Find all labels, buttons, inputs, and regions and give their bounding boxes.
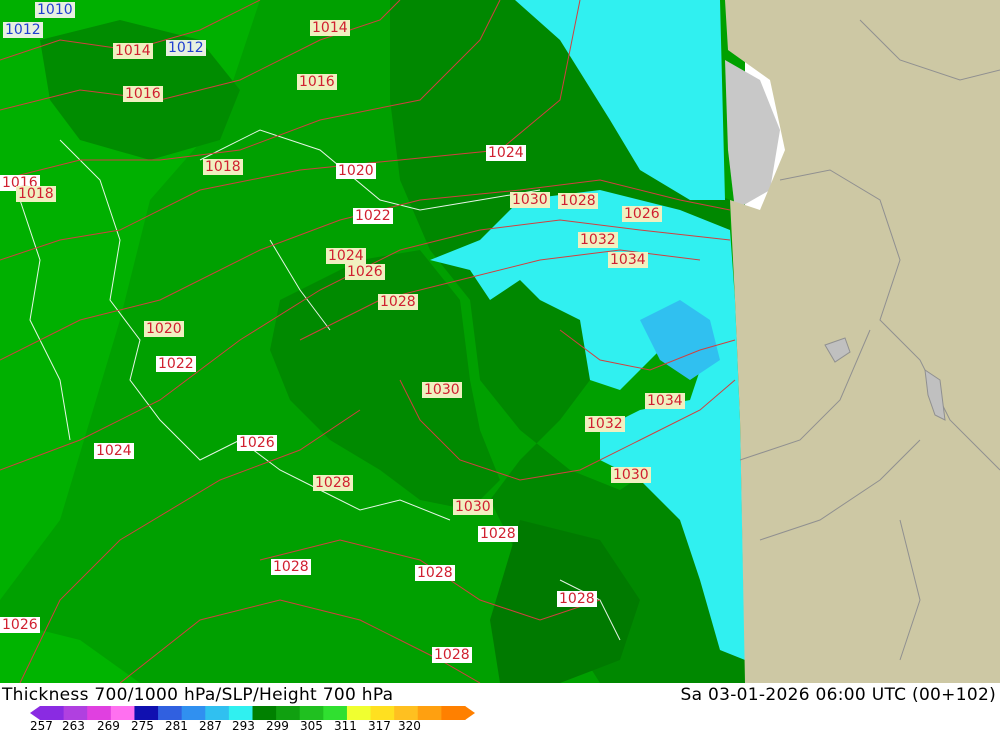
isobar-label: 1028 — [415, 565, 455, 581]
isobar-label: 1028 — [378, 294, 418, 310]
isobar-label: 1034 — [608, 252, 648, 268]
isobar-label: 1012 — [3, 22, 43, 38]
isobar-label: 1022 — [353, 208, 393, 224]
isobar-label: 1018 — [203, 159, 243, 175]
colorbar-segment — [87, 706, 112, 720]
isobar-label: 1026 — [0, 617, 40, 633]
colorbar-tick-label: 257 — [30, 719, 53, 733]
colorbar-tick-label: 287 — [199, 719, 222, 733]
colorbar-tick-label: 320 — [398, 719, 421, 733]
isobar-label: 1012 — [166, 40, 206, 56]
isobar-label: 1028 — [432, 647, 472, 663]
isobar-label: 1014 — [310, 20, 350, 36]
colorbar-segment — [252, 706, 277, 720]
colorbar-segment — [346, 706, 372, 720]
colorbar-segment — [63, 706, 88, 720]
colorbar-segment — [299, 706, 324, 720]
isobar-label: 1026 — [345, 264, 385, 280]
isobar-label: 1014 — [113, 43, 153, 59]
colorbar-segment — [394, 706, 419, 720]
colorbar-tick-label: 317 — [368, 719, 391, 733]
colorbar-segment — [417, 706, 442, 720]
isobar-label: 1016 — [123, 86, 163, 102]
isobar-label: 1028 — [313, 475, 353, 491]
colorbar-segment — [205, 706, 230, 720]
colorbar-tick-label: 293 — [232, 719, 255, 733]
isobar-label: 1026 — [622, 206, 662, 222]
colorbar-segment — [441, 706, 466, 720]
weather-map — [0, 0, 1000, 683]
colorbar-segment — [158, 706, 183, 720]
isobar-label: 1028 — [271, 559, 311, 575]
colorbar-tick-label: 311 — [334, 719, 357, 733]
isobar-label: 1026 — [237, 435, 277, 451]
colorbar-tick-label: 281 — [165, 719, 188, 733]
colorbar-arrow-left — [30, 706, 40, 720]
colorbar-segment — [40, 706, 65, 720]
colorbar-tick-label: 299 — [266, 719, 289, 733]
isobar-label: 1010 — [35, 2, 75, 18]
colorbar-tick-label: 263 — [62, 719, 85, 733]
isobar-label: 1020 — [144, 321, 184, 337]
colorbar-tick-label: 269 — [97, 719, 120, 733]
isobar-label: 1032 — [578, 232, 618, 248]
colorbar-arrow-right — [465, 706, 475, 720]
isobar-label: 1030 — [510, 192, 550, 208]
colorbar-segment — [110, 706, 135, 720]
isobar-label: 1020 — [336, 163, 376, 179]
isobar-label: 1024 — [486, 145, 526, 161]
isobar-label: 1028 — [558, 193, 598, 209]
isobar-label: 1032 — [585, 416, 625, 432]
isobar-label: 1018 — [16, 186, 56, 202]
colorbar-segment — [323, 706, 348, 720]
colorbar-tick-label: 305 — [300, 719, 323, 733]
isobar-label: 1022 — [156, 356, 196, 372]
isobar-label: 1030 — [453, 499, 493, 515]
colorbar-segment — [181, 706, 206, 720]
colorbar-segment — [134, 706, 159, 720]
map-title: Thickness 700/1000 hPa/SLP/Height 700 hP… — [2, 685, 394, 705]
forecast-datetime: Sa 03-01-2026 06:00 UTC (00+102) — [680, 685, 996, 705]
isobar-label: 1024 — [326, 248, 366, 264]
colorbar-tick-label: 275 — [131, 719, 154, 733]
isobar-label: 1024 — [94, 443, 134, 459]
isobar-label: 1028 — [557, 591, 597, 607]
isobar-label: 1028 — [478, 526, 518, 542]
colorbar-segment — [228, 706, 253, 720]
colorbar-segment — [276, 706, 301, 720]
colorbar — [30, 706, 475, 720]
colorbar-segment — [370, 706, 395, 720]
isobar-label: 1034 — [645, 393, 685, 409]
isobar-label: 1030 — [611, 467, 651, 483]
isobar-label: 1030 — [422, 382, 462, 398]
isobar-label: 1016 — [297, 74, 337, 90]
